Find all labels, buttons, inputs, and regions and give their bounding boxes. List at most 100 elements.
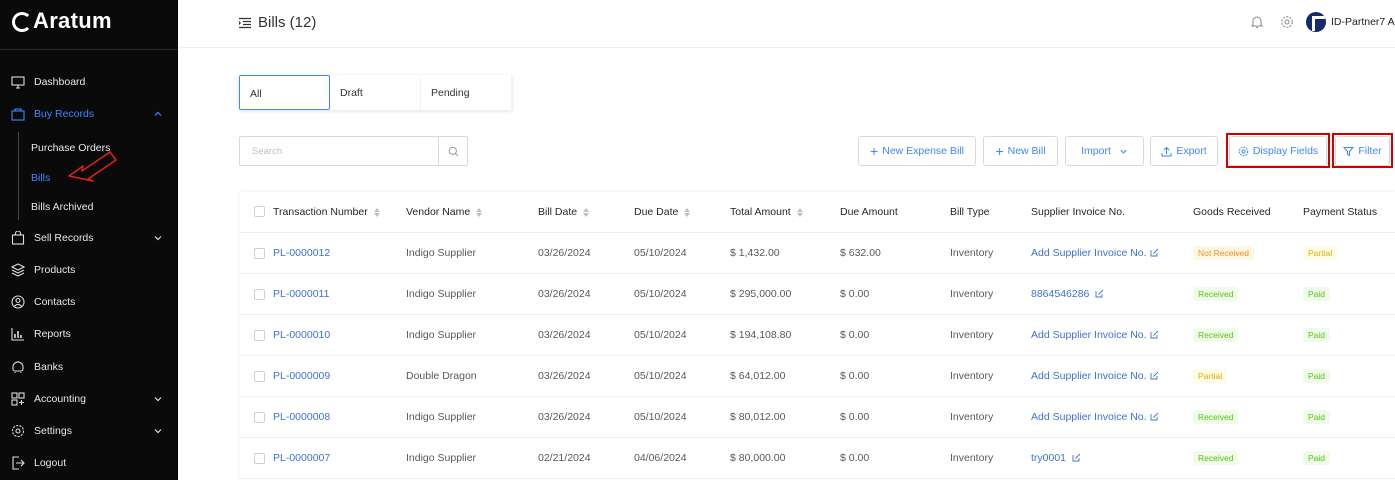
user-name[interactable]: ID-Partner7 A. xyxy=(1331,16,1395,28)
column-label: Due Date xyxy=(634,206,679,218)
table-row[interactable]: PL-0000009 Double Dragon 03/26/2024 05/1… xyxy=(240,356,1395,397)
supplier-invoice-link[interactable]: Add Supplier Invoice No. xyxy=(1031,411,1159,423)
sidebar-item-settings[interactable]: Settings xyxy=(0,416,178,446)
transaction-link[interactable]: PL-0000010 xyxy=(273,329,330,341)
due-amount: $ 0.00 xyxy=(840,329,870,341)
chevron-down-icon[interactable] xyxy=(153,233,163,243)
row-checkbox[interactable] xyxy=(254,453,265,464)
supplier-invoice-text: Add Supplier Invoice No. xyxy=(1031,247,1147,259)
tab-draft[interactable]: Draft xyxy=(330,75,421,110)
page-title: Bills (12) xyxy=(258,14,317,31)
column-label: Bill Date xyxy=(538,206,578,218)
table-row[interactable]: PL-0000007 Indigo Supplier 02/21/2024 04… xyxy=(240,438,1395,479)
chevron-down-icon[interactable] xyxy=(153,426,163,436)
row-checkbox[interactable] xyxy=(254,330,265,341)
tab-all[interactable]: All xyxy=(239,75,330,110)
sidebar-item-buy-records[interactable]: Buy Records xyxy=(0,99,178,129)
transaction-link[interactable]: PL-0000011 xyxy=(273,288,329,300)
sidebar-item-accounting[interactable]: Accounting xyxy=(0,384,178,414)
column-header-due-date[interactable]: Due Date xyxy=(634,206,691,218)
supplier-invoice-link[interactable]: try0001 xyxy=(1031,452,1081,464)
row-checkbox[interactable] xyxy=(254,289,265,300)
sidebar-item-reports[interactable]: Reports xyxy=(0,319,178,349)
import-dropdown-button[interactable]: Import xyxy=(1065,136,1144,166)
menu-fold-icon[interactable] xyxy=(238,16,252,30)
table-row[interactable]: PL-0000012 Indigo Supplier 03/26/2024 05… xyxy=(240,233,1395,274)
sidebar-item-logout[interactable]: Logout xyxy=(0,448,178,478)
column-header-vendor-name[interactable]: Vendor Name xyxy=(406,206,483,218)
supplier-invoice-link[interactable]: Add Supplier Invoice No. xyxy=(1031,247,1159,259)
column-header-bill-date[interactable]: Bill Date xyxy=(538,206,590,218)
search-box xyxy=(239,136,468,166)
goods-received-badge: Received xyxy=(1193,451,1239,465)
sidebar-item-label: Reports xyxy=(34,328,71,340)
sidebar-item-products[interactable]: Products xyxy=(0,255,178,285)
new-bill-button[interactable]: + New Bill xyxy=(983,136,1058,166)
sidebar-item-dashboard[interactable]: Dashboard xyxy=(0,67,178,97)
gear-icon[interactable] xyxy=(1280,15,1294,29)
sidebar-item-label: Accounting xyxy=(34,393,86,405)
due-amount: $ 0.00 xyxy=(840,288,870,300)
transaction-link[interactable]: PL-0000012 xyxy=(273,247,330,259)
bill-date: 03/26/2024 xyxy=(538,247,591,259)
supplier-invoice-text: Add Supplier Invoice No. xyxy=(1031,329,1147,341)
payment-status-badge: Paid xyxy=(1303,328,1331,342)
row-checkbox[interactable] xyxy=(254,412,265,423)
bill-date: 03/26/2024 xyxy=(538,411,591,423)
tab-pending[interactable]: Pending xyxy=(421,75,512,110)
bill-type: Inventory xyxy=(950,288,994,300)
bill-type: Inventory xyxy=(950,411,994,423)
new-expense-bill-button[interactable]: + New Expense Bill xyxy=(858,136,976,166)
column-header-transaction-number[interactable]: Transaction Number xyxy=(273,206,380,218)
row-checkbox[interactable] xyxy=(254,371,265,382)
supplier-invoice-link[interactable]: Add Supplier Invoice No. xyxy=(1031,370,1159,382)
sidebar-subitem-bills-archived[interactable]: Bills Archived xyxy=(31,201,93,213)
column-label: Vendor Name xyxy=(406,206,471,218)
supplier-invoice-link[interactable]: 8864546286 xyxy=(1031,288,1104,300)
sidebar-item-label: Sell Records xyxy=(34,232,94,244)
brand-name: Aratum xyxy=(33,8,112,33)
transaction-link[interactable]: PL-0000008 xyxy=(273,411,330,423)
goods-received-badge: Partial xyxy=(1193,369,1228,383)
table-row[interactable]: PL-0000011 Indigo Supplier 03/26/2024 05… xyxy=(240,274,1395,315)
search-input[interactable] xyxy=(241,138,437,164)
search-button[interactable] xyxy=(438,137,468,165)
total-amount: $ 295,000.00 xyxy=(730,288,792,300)
brand-logo[interactable]: Aratum xyxy=(12,8,112,34)
chevron-down-icon xyxy=(1120,149,1127,154)
export-button[interactable]: Export xyxy=(1150,136,1218,166)
transaction-link[interactable]: PL-0000009 xyxy=(273,370,330,382)
table-row[interactable]: PL-0000008 Indigo Supplier 03/26/2024 05… xyxy=(240,397,1395,438)
due-date: 05/10/2024 xyxy=(634,247,687,259)
column-header-total-amount[interactable]: Total Amount xyxy=(730,206,803,218)
column-header-supplier-invoice: Supplier Invoice No. xyxy=(1031,206,1125,218)
transaction-link[interactable]: PL-0000007 xyxy=(273,452,330,464)
button-label: New Expense Bill xyxy=(882,145,964,157)
bell-icon[interactable] xyxy=(1250,15,1264,29)
column-header-bill-type: Bill Type xyxy=(950,206,990,218)
vendor-name: Indigo Supplier xyxy=(406,411,477,423)
bill-type: Inventory xyxy=(950,452,994,464)
supplier-invoice-link[interactable]: Add Supplier Invoice No. xyxy=(1031,329,1159,341)
avatar[interactable] xyxy=(1306,12,1326,32)
sort-icon xyxy=(684,207,691,217)
accounting-icon xyxy=(10,391,26,407)
due-amount: $ 0.00 xyxy=(840,370,870,382)
bills-table: Transaction Number Vendor Name Bill Date… xyxy=(240,192,1395,480)
sidebar-item-banks[interactable]: Banks xyxy=(0,352,178,382)
sidebar-item-label: Banks xyxy=(34,361,64,373)
chevron-up-icon[interactable] xyxy=(153,109,163,119)
plus-icon: + xyxy=(995,143,1004,159)
bank-icon xyxy=(10,359,26,375)
sidebar-subitem-bills[interactable]: Bills xyxy=(31,172,50,184)
edit-icon xyxy=(1150,330,1158,339)
chevron-down-icon[interactable] xyxy=(153,394,163,404)
bill-date: 03/26/2024 xyxy=(538,329,591,341)
row-checkbox[interactable] xyxy=(254,248,265,259)
supplier-invoice-text: Add Supplier Invoice No. xyxy=(1031,411,1147,423)
sidebar-item-contacts[interactable]: Contacts xyxy=(0,287,178,317)
select-all-checkbox[interactable] xyxy=(254,206,265,217)
table-row[interactable]: PL-0000010 Indigo Supplier 03/26/2024 05… xyxy=(240,315,1395,356)
sidebar-item-sell-records[interactable]: Sell Records xyxy=(0,223,178,253)
sidebar-item-label: Contacts xyxy=(34,296,76,308)
